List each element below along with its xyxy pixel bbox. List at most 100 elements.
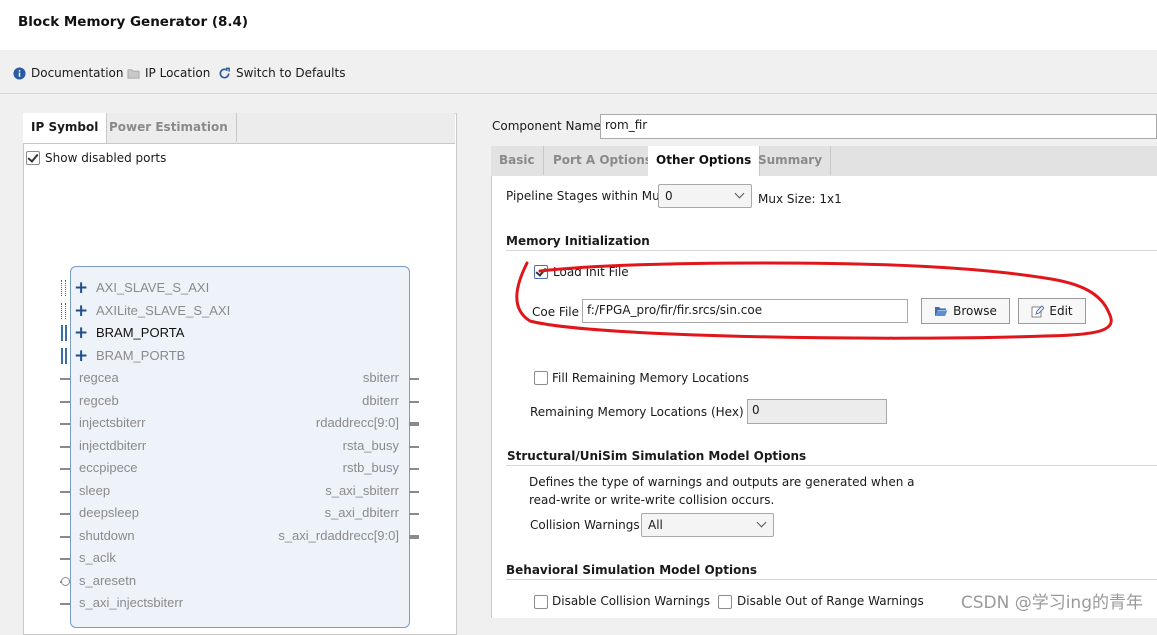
port-injectsbiterr: injectsbiterr xyxy=(79,415,146,430)
bus-connector xyxy=(61,280,66,296)
ip-location-button[interactable]: IP Location xyxy=(127,66,210,80)
collision-warnings-label: Collision Warnings xyxy=(530,518,640,532)
disable-collision-label: Disable Collision Warnings xyxy=(552,594,710,608)
port-injectdbiterr: injectdbiterr xyxy=(79,438,147,453)
bus-port-bram-portb: BRAM_PORTB xyxy=(96,348,186,363)
chevron-down-icon xyxy=(734,188,745,199)
remaining-locations-label: Remaining Memory Locations (Hex) xyxy=(530,405,744,419)
disable-collision-checkbox[interactable] xyxy=(534,595,548,609)
port-pin xyxy=(409,468,419,470)
show-disabled-ports-checkbox[interactable] xyxy=(26,151,40,165)
port-pin xyxy=(60,536,70,538)
port-rsta-busy: rsta_busy xyxy=(342,438,399,453)
port-s-axi-sbiterr: s_axi_sbiterr xyxy=(325,483,399,498)
port-pin xyxy=(409,535,419,539)
section-divider xyxy=(506,579,1157,580)
port-pin xyxy=(409,446,419,448)
documentation-label: Documentation xyxy=(31,66,124,80)
tab-basic[interactable]: Basic xyxy=(491,146,544,175)
behavioral-simulation-heading: Behavioral Simulation Model Options xyxy=(506,563,758,577)
show-disabled-ports-label: Show disabled ports xyxy=(45,151,167,165)
bus-connector xyxy=(61,303,66,319)
port-eccpipece: eccpipece xyxy=(79,460,138,475)
pipeline-label: Pipeline Stages within Mux xyxy=(506,189,667,203)
chevron-down-icon xyxy=(756,517,767,528)
watermark-text: CSDN @学习ing的青年 xyxy=(960,593,1143,613)
component-name-input[interactable]: rom_fir xyxy=(600,114,1157,139)
structural-unisim-heading: Structural/UniSim Simulation Model Optio… xyxy=(507,449,807,463)
port-regceb: regceb xyxy=(79,393,119,408)
expand-icon[interactable]: + xyxy=(74,303,88,320)
port-s-aresetn: s_aresetn xyxy=(79,573,137,588)
info-icon xyxy=(13,66,26,80)
pipeline-value: 0 xyxy=(665,189,673,203)
section-divider xyxy=(506,250,1157,251)
structural-description-line1: Defines the type of warnings and outputs… xyxy=(529,475,915,489)
left-tab-bar: IP Symbol Power Estimation xyxy=(23,113,455,144)
port-pin xyxy=(409,491,419,493)
port-pin xyxy=(409,422,419,426)
inverted-pin-icon xyxy=(61,577,70,586)
collision-warnings-value: All xyxy=(648,518,663,532)
tab-port-a-options[interactable]: Port A Options xyxy=(545,146,661,175)
bus-port-bram-porta: BRAM_PORTA xyxy=(96,325,185,340)
port-s-axi-dbiterr: s_axi_dbiterr xyxy=(324,505,399,520)
port-s-axi-injectsbiterr: s_axi_injectsbiterr xyxy=(79,595,184,610)
window-title: Block Memory Generator (8.4) xyxy=(18,14,249,30)
switch-defaults-label: Switch to Defaults xyxy=(236,66,346,80)
bus-port-axi-slave: AXI_SLAVE_S_AXI xyxy=(96,280,210,295)
fill-remaining-checkbox[interactable] xyxy=(534,371,548,385)
port-pin xyxy=(60,423,70,425)
red-annotation-outline xyxy=(515,261,1113,340)
port-sbiterr: sbiterr xyxy=(362,370,399,385)
right-tab-bar: Basic Port A Options Other Options Summa… xyxy=(491,146,1157,177)
documentation-button[interactable]: Documentation xyxy=(13,66,124,80)
port-dbiterr: dbiterr xyxy=(362,393,399,408)
expand-icon[interactable]: + xyxy=(74,348,88,365)
ip-location-label: IP Location xyxy=(145,66,211,80)
port-deepsleep: deepsleep xyxy=(79,505,139,520)
port-sleep: sleep xyxy=(79,483,111,498)
disable-oor-label: Disable Out of Range Warnings xyxy=(737,594,924,608)
bus-connector xyxy=(61,325,67,341)
refresh-icon xyxy=(219,67,230,78)
port-pin xyxy=(60,401,70,403)
port-regcea: regcea xyxy=(79,370,119,385)
port-pin xyxy=(409,513,419,515)
pipeline-select[interactable]: 0 xyxy=(658,184,752,208)
port-pin xyxy=(60,513,70,515)
tab-summary[interactable]: Summary xyxy=(750,146,832,175)
memory-initialization-heading: Memory Initialization xyxy=(506,234,650,248)
port-pin xyxy=(409,378,419,380)
port-pin xyxy=(409,401,419,403)
expand-icon[interactable]: + xyxy=(74,280,88,297)
bus-port-axilite-slave: AXILite_SLAVE_S_AXI xyxy=(96,303,231,318)
remaining-locations-input[interactable]: 0 xyxy=(747,399,887,424)
component-name-label: Component Name xyxy=(492,119,601,133)
port-pin xyxy=(60,491,70,493)
collision-warnings-select[interactable]: All xyxy=(641,513,774,537)
port-s-axi-rdaddrecc: s_axi_rdaddrecc[9:0] xyxy=(278,528,399,543)
port-pin xyxy=(60,378,70,380)
tab-ip-symbol[interactable]: IP Symbol xyxy=(23,113,108,143)
switch-defaults-button[interactable]: Switch to Defaults xyxy=(218,66,345,80)
fill-remaining-label: Fill Remaining Memory Locations xyxy=(552,371,750,385)
port-pin xyxy=(60,558,70,560)
mux-size-label: Mux Size: 1x1 xyxy=(758,192,842,206)
structural-description-line2: read-write or write-write collision occu… xyxy=(529,493,775,507)
port-rstb-busy: rstb_busy xyxy=(342,460,399,475)
disable-oor-checkbox[interactable] xyxy=(718,595,732,609)
port-pin xyxy=(60,603,70,605)
port-shutdown: shutdown xyxy=(79,528,135,543)
port-pin xyxy=(60,446,70,448)
expand-icon[interactable]: + xyxy=(74,325,88,342)
bus-connector xyxy=(61,348,67,364)
port-rdaddrecc: rdaddrecc[9:0] xyxy=(315,415,399,430)
header-separator xyxy=(0,93,1157,94)
folder-icon xyxy=(127,68,140,79)
tab-other-options[interactable]: Other Options xyxy=(648,146,761,176)
port-pin xyxy=(60,468,70,470)
section-divider xyxy=(506,465,1157,466)
port-s-aclk: s_aclk xyxy=(79,550,116,565)
tab-power-estimation[interactable]: Power Estimation xyxy=(101,113,237,142)
